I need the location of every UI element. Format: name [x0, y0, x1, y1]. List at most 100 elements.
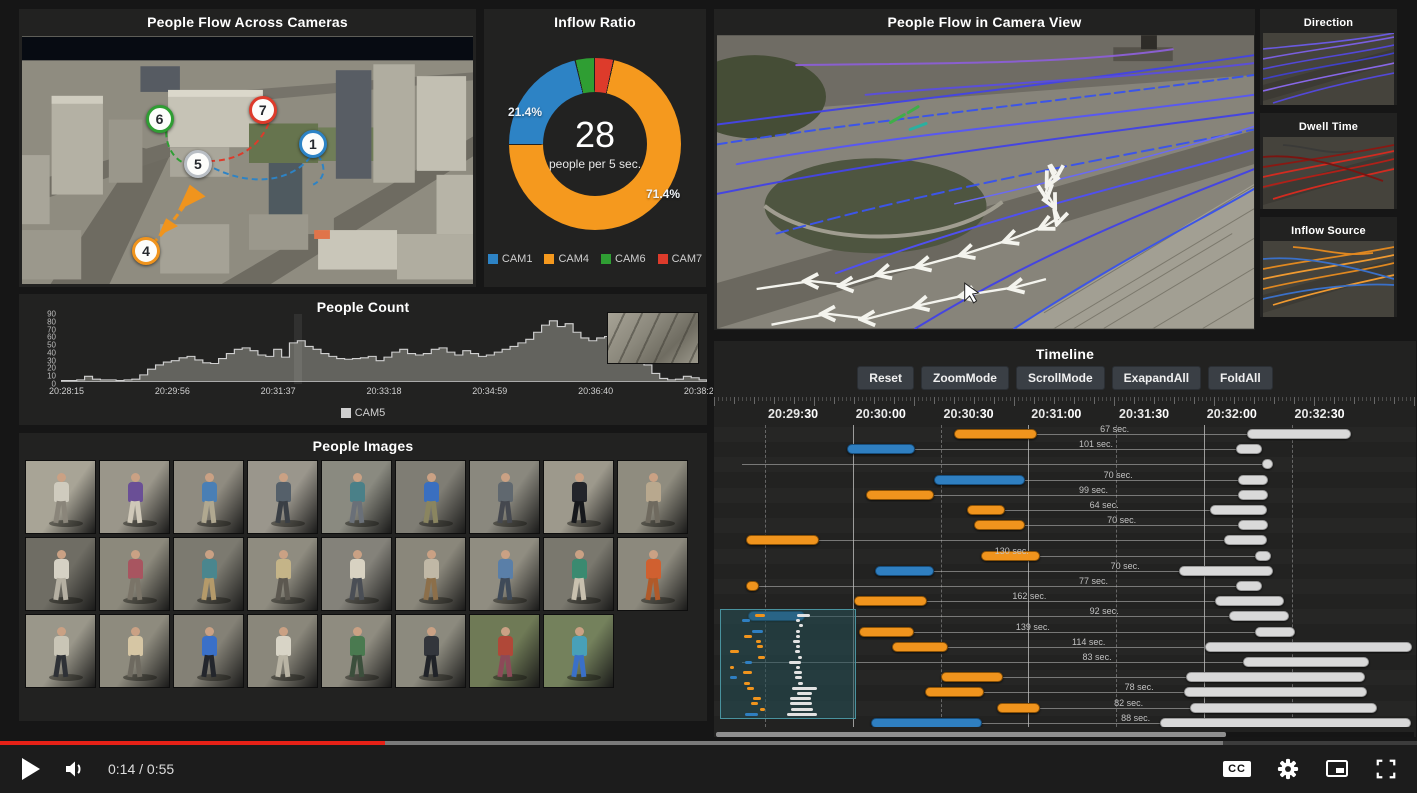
timeline-button-scrollmode[interactable]: ScrollMode — [1016, 366, 1105, 390]
gantt-bar-gray[interactable] — [1236, 444, 1261, 454]
person-thumbnail[interactable] — [247, 537, 318, 611]
person-thumbnail[interactable] — [99, 537, 170, 611]
volume-icon[interactable] — [62, 757, 86, 781]
gantt-bar-orange[interactable] — [925, 687, 985, 697]
fullscreen-icon[interactable] — [1375, 758, 1397, 780]
person-thumbnail[interactable] — [25, 537, 96, 611]
person-thumbnail[interactable] — [321, 537, 392, 611]
gantt-bar-orange[interactable] — [892, 642, 948, 652]
gantt-bar-orange[interactable] — [746, 535, 820, 545]
miniplayer-icon[interactable] — [1325, 757, 1349, 781]
gantt-bar-gray[interactable] — [1205, 642, 1413, 652]
gantt-bar-gray[interactable] — [1179, 566, 1272, 576]
gantt-bar-gray[interactable] — [1243, 657, 1369, 667]
person-thumbnail[interactable] — [469, 614, 540, 688]
person-thumbnail[interactable] — [395, 537, 466, 611]
person-thumbnail[interactable] — [173, 614, 244, 688]
camera-marker-6[interactable]: 6 — [146, 105, 174, 133]
camera-marker-7[interactable]: 7 — [249, 96, 277, 124]
gantt-bar-gray[interactable] — [1238, 475, 1268, 485]
person-thumbnail[interactable] — [247, 614, 318, 688]
gantt-bar-gray[interactable] — [1184, 687, 1367, 697]
person-thumbnail[interactable] — [617, 460, 688, 534]
gantt-bar-gray[interactable] — [1262, 459, 1273, 469]
gantt-bar-gray[interactable] — [1186, 672, 1366, 682]
gantt-bar-gray[interactable] — [1255, 551, 1272, 561]
gantt-bar-orange[interactable] — [866, 490, 935, 500]
person-thumbnail[interactable] — [617, 537, 688, 611]
legend-item-cam1: CAM1 — [488, 253, 533, 265]
person-thumbnail[interactable] — [321, 614, 392, 688]
person-thumbnail[interactable] — [99, 614, 170, 688]
gantt-bar-gray[interactable] — [1255, 627, 1295, 637]
camera-view-graphic[interactable] — [717, 35, 1254, 329]
person-leg — [134, 655, 142, 677]
gantt-bar-gray[interactable] — [1210, 505, 1268, 515]
camera-marker-4[interactable]: 4 — [132, 237, 160, 265]
ruler-tick — [834, 397, 835, 404]
gantt-bar-gray[interactable] — [1224, 535, 1267, 545]
minimap-bar — [757, 645, 763, 648]
duration-label: 101 sec. — [1079, 439, 1113, 449]
timeline-button-zoommode[interactable]: ZoomMode — [921, 366, 1009, 390]
timeline-button-exapandall[interactable]: ExapandAll — [1112, 366, 1201, 390]
person-thumbnail[interactable] — [395, 614, 466, 688]
inflow-donut-chart[interactable]: 28 people per 5 sec. — [509, 58, 681, 230]
gantt-bar-blue[interactable] — [871, 718, 983, 727]
timeline-row: 70 sec. — [714, 518, 1416, 533]
video-progress-bar[interactable] — [0, 741, 1417, 745]
gantt-bar-blue[interactable] — [847, 444, 915, 454]
captions-button[interactable]: CC — [1223, 761, 1251, 777]
timeline-scrollbar-thumb[interactable] — [716, 732, 1226, 737]
gantt-bar-blue[interactable] — [875, 566, 934, 576]
person-thumbnail[interactable] — [173, 537, 244, 611]
play-button[interactable] — [22, 758, 40, 780]
person-thumbnail[interactable] — [173, 460, 244, 534]
person-thumbnail[interactable] — [395, 460, 466, 534]
timeline-button-reset[interactable]: Reset — [857, 366, 914, 390]
panel-inflow-source[interactable]: Inflow Source — [1259, 216, 1398, 318]
person-head — [205, 627, 214, 636]
gantt-bar-gray[interactable] — [1160, 718, 1411, 727]
gantt-bar-gray[interactable] — [1247, 429, 1352, 439]
gantt-bar-gray[interactable] — [1238, 520, 1268, 530]
panel-title: People Flow Across Cameras — [19, 9, 476, 30]
timeline-minimap[interactable] — [720, 609, 856, 719]
person-thumbnail[interactable] — [321, 460, 392, 534]
camera-thumbnail-inset[interactable] — [607, 312, 699, 364]
gantt-bar-gray[interactable] — [1238, 490, 1268, 500]
camera-marker-5[interactable]: 5 — [184, 150, 212, 178]
gantt-bar-gray[interactable] — [1190, 703, 1377, 713]
gantt-bar-blue[interactable] — [934, 475, 1025, 485]
gantt-bar-orange[interactable] — [997, 703, 1040, 713]
gantt-bar-gray[interactable] — [1236, 581, 1261, 591]
gantt-bar-orange[interactable] — [746, 581, 759, 591]
gantt-bar-gray[interactable] — [1229, 611, 1289, 621]
person-thumbnail[interactable] — [543, 460, 614, 534]
settings-gear-icon[interactable] — [1277, 758, 1299, 780]
camera-marker-1[interactable]: 1 — [299, 130, 327, 158]
panel-dwell-time[interactable]: Dwell Time — [1259, 112, 1398, 210]
timeline-scrollbar[interactable] — [716, 732, 1414, 737]
gantt-bar-orange[interactable] — [941, 672, 1003, 682]
gantt-bar-orange[interactable] — [974, 520, 1025, 530]
person-thumbnail[interactable] — [469, 460, 540, 534]
person-thumbnail[interactable] — [99, 460, 170, 534]
panel-direction[interactable]: Direction — [1259, 8, 1398, 106]
person-thumbnail[interactable] — [25, 460, 96, 534]
gantt-bar-orange[interactable] — [859, 627, 914, 637]
person-thumbnail[interactable] — [247, 460, 318, 534]
timeline-gantt-chart[interactable]: 67 sec.101 sec.70 sec.99 sec.64 sec.70 s… — [714, 425, 1416, 727]
person-leg — [60, 501, 68, 523]
gantt-bar-gray[interactable] — [1215, 596, 1284, 606]
ruler-tick — [978, 397, 979, 401]
person-thumbnail[interactable] — [469, 537, 540, 611]
gantt-bar-orange[interactable] — [967, 505, 1005, 515]
person-thumbnail[interactable] — [543, 614, 614, 688]
timeline-button-foldall[interactable]: FoldAll — [1208, 366, 1273, 390]
person-thumbnail[interactable] — [543, 537, 614, 611]
city-3d-view[interactable]: 6 71 5 4 — [22, 36, 473, 284]
gantt-bar-orange[interactable] — [954, 429, 1037, 439]
person-thumbnail[interactable] — [25, 614, 96, 688]
gantt-bar-orange[interactable] — [854, 596, 928, 606]
